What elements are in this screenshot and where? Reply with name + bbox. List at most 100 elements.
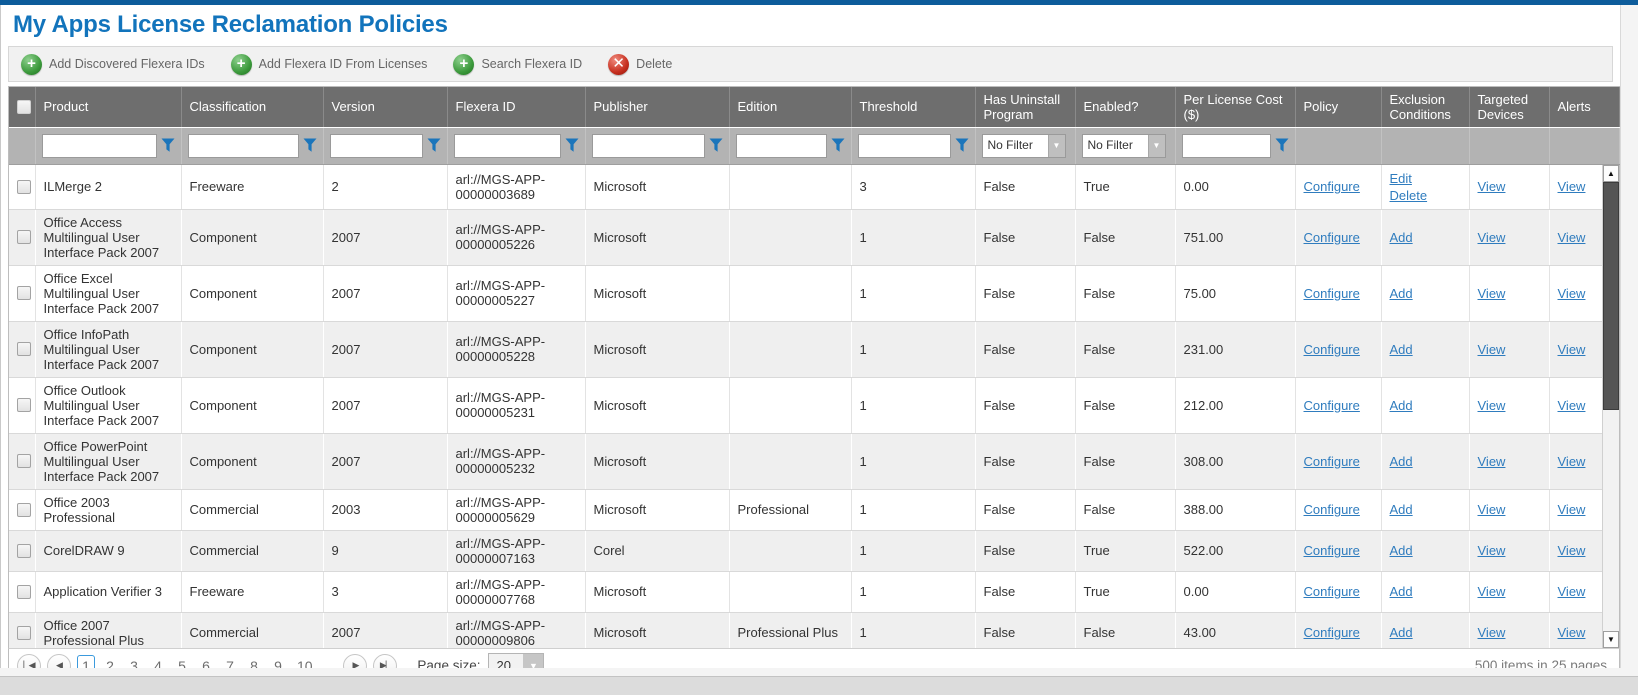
add-link[interactable]: Add — [1390, 285, 1461, 302]
column-header-edition[interactable]: Edition — [729, 87, 851, 127]
toolbar-button-delete[interactable]: Delete — [608, 54, 672, 75]
row-checkbox[interactable] — [17, 230, 31, 244]
configure-link[interactable]: Configure — [1304, 179, 1360, 194]
add-link[interactable]: Add — [1390, 341, 1461, 358]
view-alerts-link[interactable]: View — [1558, 286, 1586, 301]
add-link[interactable]: Add — [1390, 501, 1461, 518]
view-targeted-devices-link[interactable]: View — [1478, 342, 1506, 357]
row-checkbox[interactable] — [17, 585, 31, 599]
view-targeted-devices-link[interactable]: View — [1478, 502, 1506, 517]
filter-funnel-icon[interactable] — [161, 138, 175, 153]
filter-input-flexera-id[interactable] — [454, 134, 561, 158]
column-header-product[interactable]: Product — [35, 87, 181, 127]
filter-input-classification[interactable] — [188, 134, 299, 158]
view-alerts-link[interactable]: View — [1558, 543, 1586, 558]
row-checkbox[interactable] — [17, 180, 31, 194]
row-checkbox[interactable] — [17, 342, 31, 356]
configure-link[interactable]: Configure — [1304, 625, 1360, 640]
add-link[interactable]: Add — [1390, 453, 1461, 470]
view-targeted-devices-link[interactable]: View — [1478, 454, 1506, 469]
toolbar-button-add-flexera-id-from-licenses[interactable]: Add Flexera ID From Licenses — [231, 54, 428, 75]
filter-input-edition[interactable] — [736, 134, 827, 158]
filter-input-threshold[interactable] — [858, 134, 951, 158]
cell-targeted-devices: View — [1469, 321, 1549, 377]
filter-funnel-icon[interactable] — [427, 138, 441, 153]
toolbar-button-add-discovered-flexera-ids[interactable]: Add Discovered Flexera IDs — [21, 54, 205, 75]
delete-link[interactable]: Delete — [1390, 187, 1461, 204]
configure-link[interactable]: Configure — [1304, 286, 1360, 301]
filter-input-publisher[interactable] — [592, 134, 705, 158]
vertical-scrollbar[interactable]: ▲ ▼ — [1602, 165, 1619, 648]
row-select-cell — [9, 489, 35, 530]
column-header-has-uninstall-program[interactable]: Has Uninstall Program — [975, 87, 1075, 127]
add-link[interactable]: Add — [1390, 624, 1461, 641]
row-checkbox[interactable] — [17, 454, 31, 468]
column-header-flexera-id[interactable]: Flexera ID — [447, 87, 585, 127]
bottom-gap — [0, 668, 1638, 676]
column-header-per-license-cost[interactable]: Per License Cost ($) — [1175, 87, 1295, 127]
cell-classification: Commercial — [181, 612, 323, 648]
configure-link[interactable]: Configure — [1304, 502, 1360, 517]
add-link[interactable]: Add — [1390, 542, 1461, 559]
scroll-up-button[interactable]: ▲ — [1603, 165, 1619, 182]
row-checkbox[interactable] — [17, 398, 31, 412]
filter-funnel-icon[interactable] — [955, 138, 969, 153]
row-checkbox[interactable] — [17, 286, 31, 300]
view-targeted-devices-link[interactable]: View — [1478, 179, 1506, 194]
add-link[interactable]: Add — [1390, 397, 1461, 414]
select-all-checkbox[interactable] — [17, 100, 31, 114]
configure-link[interactable]: Configure — [1304, 398, 1360, 413]
toolbar-button-search-flexera-id[interactable]: Search Flexera ID — [453, 54, 582, 75]
cell-threshold: 1 — [851, 265, 975, 321]
filter-dropdown-enabled[interactable]: No Filter▼ — [1082, 134, 1166, 158]
view-alerts-link[interactable]: View — [1558, 584, 1586, 599]
filter-funnel-icon[interactable] — [303, 138, 317, 153]
configure-link[interactable]: Configure — [1304, 454, 1360, 469]
scrollbar-thumb[interactable] — [1603, 182, 1619, 410]
view-targeted-devices-link[interactable]: View — [1478, 584, 1506, 599]
configure-link[interactable]: Configure — [1304, 230, 1360, 245]
row-checkbox[interactable] — [17, 503, 31, 517]
view-alerts-link[interactable]: View — [1558, 342, 1586, 357]
view-targeted-devices-link[interactable]: View — [1478, 398, 1506, 413]
column-header-classification[interactable]: Classification — [181, 87, 323, 127]
view-alerts-link[interactable]: View — [1558, 179, 1586, 194]
view-targeted-devices-link[interactable]: View — [1478, 543, 1506, 558]
column-header-version[interactable]: Version — [323, 87, 447, 127]
view-targeted-devices-link[interactable]: View — [1478, 230, 1506, 245]
view-alerts-link[interactable]: View — [1558, 230, 1586, 245]
column-header-enabled[interactable]: Enabled? — [1075, 87, 1175, 127]
column-header-exclusion-conditions[interactable]: Exclusion Conditions — [1381, 87, 1469, 127]
filter-input-product[interactable] — [42, 134, 157, 158]
filter-funnel-icon[interactable] — [831, 138, 845, 153]
column-header-targeted-devices[interactable]: Targeted Devices — [1469, 87, 1549, 127]
configure-link[interactable]: Configure — [1304, 342, 1360, 357]
column-header-alerts[interactable]: Alerts — [1549, 87, 1619, 127]
grid-body-viewport[interactable]: ILMerge 2Freeware2arl://MGS-APP-00000003… — [9, 165, 1619, 648]
view-alerts-link[interactable]: View — [1558, 502, 1586, 517]
row-checkbox[interactable] — [17, 626, 31, 640]
configure-link[interactable]: Configure — [1304, 543, 1360, 558]
column-header-publisher[interactable]: Publisher — [585, 87, 729, 127]
view-alerts-link[interactable]: View — [1558, 398, 1586, 413]
filter-input-per-license-cost[interactable] — [1182, 134, 1271, 158]
column-header-threshold[interactable]: Threshold — [851, 87, 975, 127]
filter-funnel-icon[interactable] — [565, 138, 579, 153]
view-targeted-devices-link[interactable]: View — [1478, 625, 1506, 640]
row-checkbox[interactable] — [17, 544, 31, 558]
edit-link[interactable]: Edit — [1390, 170, 1461, 187]
add-link[interactable]: Add — [1390, 229, 1461, 246]
filter-funnel-icon[interactable] — [709, 138, 723, 153]
column-header-policy[interactable]: Policy — [1295, 87, 1381, 127]
view-targeted-devices-link[interactable]: View — [1478, 286, 1506, 301]
chevron-down-icon[interactable]: ▼ — [1048, 135, 1065, 157]
filter-funnel-icon[interactable] — [1275, 138, 1289, 153]
filter-dropdown-has-uninstall-program[interactable]: No Filter▼ — [982, 134, 1066, 158]
view-alerts-link[interactable]: View — [1558, 454, 1586, 469]
add-link[interactable]: Add — [1390, 583, 1461, 600]
configure-link[interactable]: Configure — [1304, 584, 1360, 599]
chevron-down-icon[interactable]: ▼ — [1148, 135, 1165, 157]
filter-input-version[interactable] — [330, 134, 423, 158]
view-alerts-link[interactable]: View — [1558, 625, 1586, 640]
scroll-down-button[interactable]: ▼ — [1603, 631, 1619, 648]
